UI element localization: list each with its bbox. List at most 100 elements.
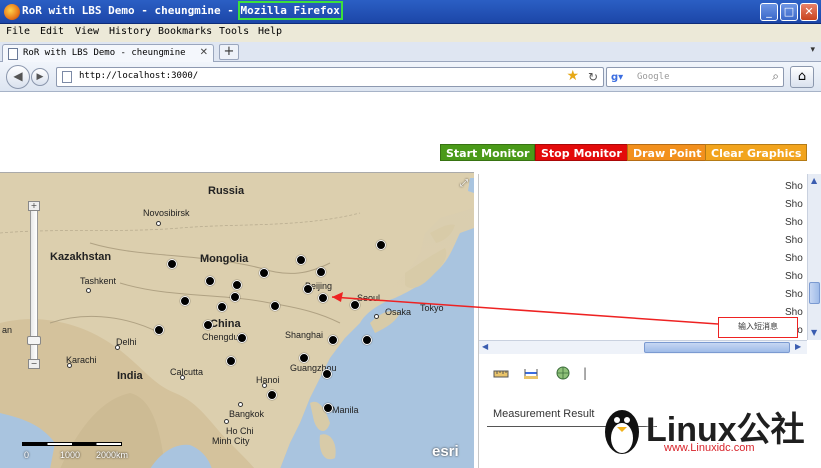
menu-bookmarks[interactable]: Bookmarks (158, 26, 212, 37)
map-point[interactable] (237, 333, 247, 343)
menu-edit[interactable]: Edit (40, 26, 64, 37)
url-text: http://localhost:3000/ (79, 71, 199, 81)
map-point[interactable] (205, 276, 215, 286)
country-label: Mongolia (200, 253, 249, 265)
city-label: Hanoi (256, 375, 280, 385)
list-item[interactable]: Sho (785, 199, 803, 210)
menu-bar: File Edit View History Bookmarks Tools H… (0, 24, 821, 42)
map-point[interactable] (259, 268, 269, 278)
vertical-scrollbar[interactable]: ▲ ▼ (807, 174, 821, 340)
url-bar[interactable]: http://localhost:3000/ ★ ↻ (56, 67, 604, 87)
forward-button[interactable]: ▶ (31, 68, 49, 86)
window-title-app: Mozilla Firefox (237, 1, 343, 20)
map-point[interactable] (167, 259, 177, 269)
map-point[interactable] (270, 301, 280, 311)
menu-help[interactable]: Help (258, 26, 282, 37)
map-point[interactable] (299, 353, 309, 363)
home-button[interactable]: ⌂ (790, 66, 814, 88)
tab-bar: RoR with LBS Demo - cheungmine ✕ (0, 42, 821, 62)
minimize-button[interactable]: _ (760, 3, 778, 21)
city-label: Minh City (212, 436, 250, 446)
window-title-bar: RoR with LBS Demo - cheungmine - Mozilla… (0, 0, 821, 24)
list-item[interactable]: Sho (785, 217, 803, 228)
menu-history[interactable]: History (109, 26, 151, 37)
menu-file[interactable]: File (6, 26, 30, 37)
city-label: Tashkent (80, 276, 117, 286)
list-item[interactable]: Sho (785, 289, 803, 300)
horizontal-scrollbar[interactable]: ◀ ▶ (479, 340, 807, 354)
city-dot (238, 402, 243, 407)
map-point[interactable] (318, 293, 328, 303)
list-all-tabs-icon[interactable]: ▾ (810, 45, 815, 55)
close-window-button[interactable]: ✕ (800, 3, 818, 21)
map-point[interactable] (362, 335, 372, 345)
map-point[interactable] (203, 320, 213, 330)
map-point[interactable] (328, 335, 338, 345)
scroll-left-icon[interactable]: ◀ (482, 342, 488, 351)
menu-view[interactable]: View (75, 26, 99, 37)
list-item[interactable]: Sho (785, 235, 803, 246)
google-icon: g▾ (611, 72, 624, 83)
map-point[interactable] (217, 302, 227, 312)
measurement-title: Measurement Result (493, 408, 595, 420)
city-dot (156, 221, 161, 226)
draw-point-button[interactable]: Draw Point (627, 144, 708, 161)
tab-label: RoR with LBS Demo - cheungmine (23, 48, 186, 58)
search-placeholder: Google (637, 72, 670, 82)
distance-icon[interactable] (523, 366, 539, 380)
search-icon[interactable]: ⌕ (772, 69, 779, 84)
list-item[interactable]: Sho (785, 181, 803, 192)
scale-label: 2000km (96, 450, 129, 460)
back-button[interactable]: ◀ (6, 65, 30, 89)
scrollbar-thumb[interactable] (644, 342, 790, 353)
watermark: Linux公社 www.Linuxidc.com (592, 398, 818, 464)
city-label: Novosibirsk (143, 208, 190, 218)
window-title-page: RoR with LBS Demo - cheungmine - (22, 4, 241, 17)
stop-monitor-button[interactable]: Stop Monitor (535, 144, 628, 161)
list-item[interactable]: Sho (785, 253, 803, 264)
city-label: Calcutta (170, 367, 204, 377)
new-tab-button[interactable]: + (219, 44, 239, 60)
city-label: Osaka (385, 307, 412, 317)
globe-icon[interactable] (555, 366, 571, 380)
tab-close-icon[interactable]: ✕ (200, 47, 208, 58)
expand-map-icon[interactable]: ⤢ (460, 178, 468, 189)
menu-tools[interactable]: Tools (219, 26, 249, 37)
scroll-up-icon[interactable]: ▲ (811, 176, 817, 185)
map-point[interactable] (226, 356, 236, 366)
map-point[interactable] (323, 403, 333, 413)
scroll-down-icon[interactable]: ▼ (811, 328, 817, 337)
map-point[interactable] (267, 390, 277, 400)
ruler-icon[interactable] (493, 366, 509, 380)
maximize-button[interactable]: □ (780, 3, 798, 21)
window-title: RoR with LBS Demo - cheungmine - Mozilla… (22, 1, 343, 20)
start-monitor-button[interactable]: Start Monitor (440, 144, 536, 161)
zoom-slider-thumb[interactable] (27, 336, 41, 345)
map-point[interactable] (296, 255, 306, 265)
bookmark-star-icon[interactable]: ★ (566, 68, 579, 84)
list-item[interactable]: Sho (785, 271, 803, 282)
navigation-bar: ◀ ▶ http://localhost:3000/ ★ ↻ g▾ Google… (0, 62, 821, 92)
city-dot (262, 383, 267, 388)
city-label: Bangkok (229, 409, 265, 419)
map-view[interactable]: + − Russia Kazakhstan Mongolia China Ind… (0, 172, 474, 468)
map-point[interactable] (154, 325, 164, 335)
map-point[interactable] (350, 300, 360, 310)
map-point[interactable] (316, 267, 326, 277)
tab-current[interactable]: RoR with LBS Demo - cheungmine ✕ (2, 44, 214, 62)
scrollbar-thumb[interactable] (809, 282, 820, 304)
map-point[interactable] (322, 369, 332, 379)
page-icon (8, 48, 18, 60)
map-point[interactable] (232, 280, 242, 290)
reload-icon[interactable]: ↻ (588, 70, 598, 84)
zoom-out-button[interactable]: − (28, 359, 40, 369)
map-point[interactable] (230, 292, 240, 302)
map-point[interactable] (180, 296, 190, 306)
map-point[interactable] (303, 284, 313, 294)
scroll-right-icon[interactable]: ▶ (795, 342, 801, 351)
clear-graphics-button[interactable]: Clear Graphics (705, 144, 808, 161)
map-point[interactable] (376, 240, 386, 250)
scale-label: 1000 (60, 450, 81, 460)
zoom-in-button[interactable]: + (28, 201, 40, 211)
search-box[interactable]: g▾ Google ⌕ (606, 67, 784, 87)
